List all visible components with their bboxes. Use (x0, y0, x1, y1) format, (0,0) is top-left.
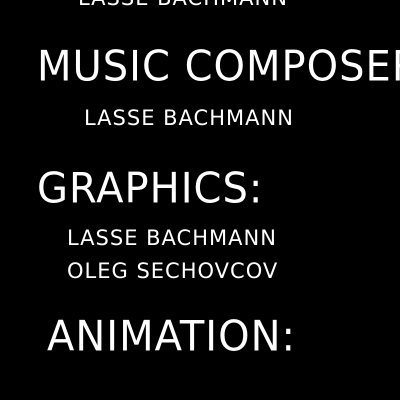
credit-name-graphics-2: OLEG SECHOVCOV (67, 259, 279, 283)
credits-screen: LASSE BACHMANN MUSIC COMPOSER: LASSE BAC… (0, 0, 400, 400)
heading-animation: ANIMATION: (47, 312, 296, 362)
credit-name-previous: LASSE BACHMANN (78, 0, 288, 9)
credit-name-graphics-1: LASSE BACHMANN (67, 226, 277, 250)
credit-name-music: LASSE BACHMANN (84, 106, 294, 130)
heading-music-composer: MUSIC COMPOSER: (37, 42, 400, 92)
heading-graphics: GRAPHICS: (37, 164, 264, 214)
